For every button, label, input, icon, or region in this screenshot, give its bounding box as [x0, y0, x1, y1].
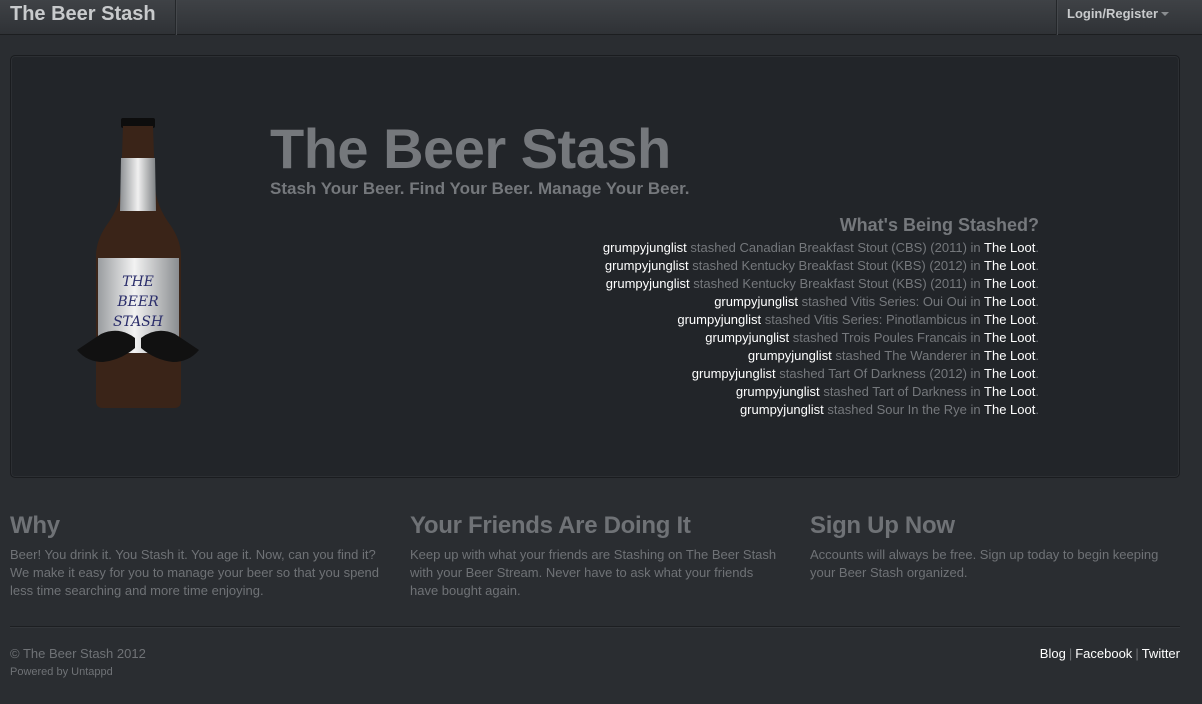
stash-user-link[interactable]: grumpyjunglist	[606, 276, 690, 291]
stash-place-link[interactable]: The Loot	[984, 348, 1035, 363]
stash-beer-name: Kentucky Breakfast Stout (KBS) (2011)	[742, 276, 967, 291]
stash-user-link[interactable]: grumpyjunglist	[605, 258, 689, 273]
stash-beer-name: Canadian Breakfast Stout (CBS) (2011)	[739, 240, 967, 255]
brand-link[interactable]: The Beer Stash	[0, 0, 176, 35]
stash-user-link[interactable]: grumpyjunglist	[692, 366, 776, 381]
stash-feed-item: grumpyjunglist stashed Canadian Breakfas…	[602, 240, 1039, 255]
footer-link-twitter[interactable]: Twitter	[1142, 646, 1180, 661]
footer-divider	[10, 626, 1180, 627]
stash-beer-name: Vitis Series: Pinotlambicus	[813, 312, 967, 327]
stash-feed-item: grumpyjunglist stashed Vitis Series: Pin…	[677, 312, 1039, 327]
signup-text: Accounts will always be free. Sign up to…	[810, 547, 1159, 580]
stash-feed-item: grumpyjunglist stashed Sour In the Rye i…	[739, 402, 1039, 417]
bottle-label-line-2: BEER	[116, 294, 159, 310]
footer-link-blog[interactable]: Blog	[1040, 646, 1066, 661]
stash-user-link[interactable]: grumpyjunglist	[740, 402, 824, 417]
stash-place-link[interactable]: The Loot	[984, 294, 1035, 309]
stash-beer-name: Trois Poules Francais	[841, 330, 967, 345]
stash-feed-list: grumpyjunglist stashed Canadian Breakfas…	[603, 239, 1039, 419]
stash-beer-name: Vitis Series: Oui Oui	[850, 294, 967, 309]
stash-beer-name: Tart of Darkness	[872, 384, 967, 399]
stash-beer-name: Kentucky Breakfast Stout (KBS) (2012)	[741, 258, 967, 273]
caret-down-icon	[1161, 11, 1170, 16]
footer-powered-by: Powered by Untappd	[10, 666, 113, 678]
friends-section: Your Friends Are Doing It Keep up with w…	[410, 512, 780, 600]
stash-user-link[interactable]: grumpyjunglist	[736, 384, 820, 399]
stash-user-link[interactable]: grumpyjunglist	[603, 240, 687, 255]
stash-place-link[interactable]: The Loot	[984, 402, 1035, 417]
footer-links: Blog | Facebook | Twitter	[1039, 646, 1180, 661]
login-register-dropdown[interactable]: Login/Register	[1056, 0, 1180, 35]
why-text: Beer! You drink it. You Stash it. You ag…	[10, 547, 380, 598]
why-heading: Why	[10, 512, 60, 539]
stash-user-link[interactable]: grumpyjunglist	[748, 348, 832, 363]
friends-heading: Your Friends Are Doing It	[410, 512, 691, 539]
stash-feed-item: grumpyjunglist stashed Kentucky Breakfas…	[605, 276, 1039, 291]
stash-beer-name: Tart Of Darkness (2012)	[828, 366, 967, 381]
stash-feed-item: grumpyjunglist stashed Vitis Series: Oui…	[714, 294, 1039, 309]
signup-section: Sign Up Now Accounts will always be free…	[810, 512, 1180, 582]
stash-feed-item: grumpyjunglist stashed The Wanderer in T…	[747, 348, 1039, 363]
stash-user-link[interactable]: grumpyjunglist	[705, 330, 789, 345]
stash-place-link[interactable]: The Loot	[984, 384, 1035, 399]
stash-beer-name: The Wanderer	[884, 348, 967, 363]
stash-place-link[interactable]: The Loot	[984, 312, 1035, 327]
login-register-label: Login/Register	[1067, 6, 1159, 21]
stash-feed-item: grumpyjunglist stashed Tart of Darkness …	[735, 384, 1039, 399]
stash-place-link[interactable]: The Loot	[984, 276, 1035, 291]
stash-place-link[interactable]: The Loot	[984, 366, 1035, 381]
signup-heading: Sign Up Now	[810, 512, 955, 539]
hero-title: The Beer Stash	[270, 117, 671, 180]
stash-feed-heading: What's Being Stashed?	[839, 215, 1039, 235]
stash-user-link[interactable]: grumpyjunglist	[677, 312, 761, 327]
friends-text: Keep up with what your friends are Stash…	[410, 547, 777, 598]
hero-tagline: Stash Your Beer. Find Your Beer. Manage …	[270, 179, 690, 198]
beer-bottle-icon: THE BEER STASH	[77, 118, 199, 408]
bottle-label-line-1: THE	[122, 274, 154, 290]
stash-place-link[interactable]: The Loot	[984, 240, 1035, 255]
stash-beer-name: Sour In the Rye	[876, 402, 967, 417]
stash-place-link[interactable]: The Loot	[984, 258, 1035, 273]
footer-link-facebook[interactable]: Facebook	[1075, 646, 1132, 661]
footer-copyright: © The Beer Stash 2012	[10, 646, 146, 661]
stash-feed-item: grumpyjunglist stashed Kentucky Breakfas…	[604, 258, 1039, 273]
stash-place-link[interactable]: The Loot	[984, 330, 1035, 345]
stash-feed-item: grumpyjunglist stashed Tart Of Darkness …	[691, 366, 1039, 381]
stash-user-link[interactable]: grumpyjunglist	[714, 294, 798, 309]
top-navbar: The Beer Stash Login/Register	[0, 0, 1202, 35]
hero-unit: THE BEER STASH The Beer Stash Stash Your…	[10, 55, 1180, 478]
why-section: Why Beer! You drink it. You Stash it. Yo…	[10, 512, 380, 600]
stash-feed-item: grumpyjunglist stashed Trois Poules Fran…	[705, 330, 1039, 345]
bottle-label-line-3: STASH	[113, 314, 164, 330]
